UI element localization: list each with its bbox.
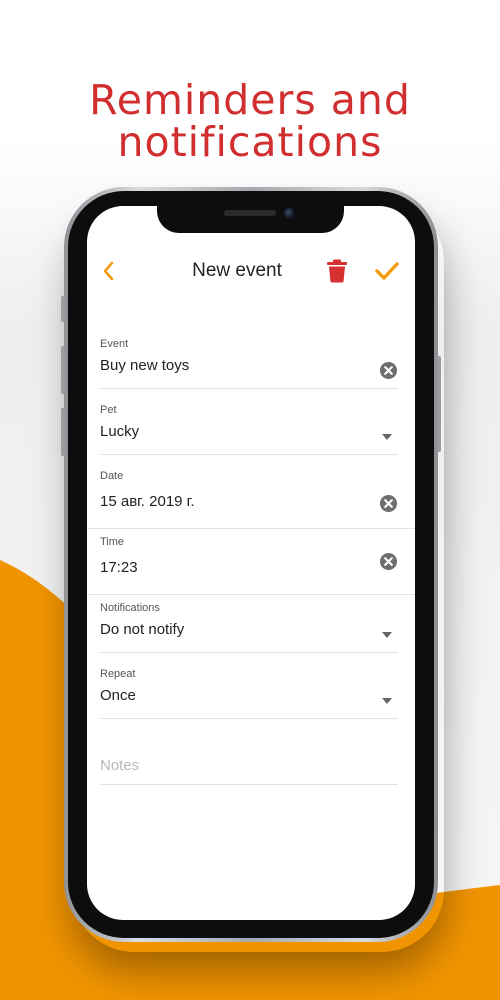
- headline-line-2: notifications: [117, 118, 383, 167]
- repeat-select-value[interactable]: Once: [100, 687, 370, 704]
- date-value[interactable]: 15 авг. 2019 г.: [100, 493, 370, 510]
- field-divider: [100, 718, 398, 719]
- event-input[interactable]: [100, 357, 370, 374]
- field-divider: [87, 594, 415, 595]
- notifications-select-value[interactable]: Do not notify: [100, 621, 370, 638]
- dropdown-arrow-icon[interactable]: [382, 632, 392, 638]
- field-divider: [100, 388, 398, 389]
- repeat-label: Repeat: [100, 668, 136, 680]
- time-label: Time: [100, 536, 125, 548]
- back-button[interactable]: [97, 259, 121, 283]
- phone-screen: New event Event Pet Lucky: [87, 206, 415, 920]
- check-icon: [375, 262, 399, 280]
- dropdown-arrow-icon[interactable]: [382, 698, 392, 704]
- page-title: New event: [192, 260, 282, 281]
- confirm-button[interactable]: [374, 261, 400, 281]
- phone-volume-down-button: [61, 408, 65, 456]
- headline-line-1: Reminders and: [89, 76, 411, 125]
- field-divider: [100, 784, 398, 785]
- dropdown-arrow-icon[interactable]: [382, 434, 392, 440]
- clear-icon[interactable]: [379, 361, 398, 380]
- event-label: Event: [100, 338, 129, 350]
- phone-mute-button: [61, 296, 65, 322]
- field-divider: [100, 652, 398, 653]
- time-value[interactable]: 17:23: [100, 559, 370, 576]
- phone-volume-up-button: [61, 346, 65, 394]
- notifications-label: Notifications: [100, 602, 160, 614]
- clear-icon[interactable]: [379, 494, 398, 513]
- trash-icon: [327, 259, 347, 283]
- delete-button[interactable]: [326, 259, 348, 283]
- phone-speaker: [224, 210, 276, 216]
- notes-input[interactable]: [100, 757, 370, 774]
- promo-headline: Reminders and notifications: [0, 79, 500, 163]
- clear-icon[interactable]: [379, 552, 398, 571]
- pet-select-value[interactable]: Lucky: [100, 423, 370, 440]
- phone-power-button: [437, 356, 441, 452]
- field-divider: [100, 454, 398, 455]
- field-divider: [87, 528, 415, 529]
- chevron-left-icon: [103, 261, 114, 281]
- pet-label: Pet: [100, 404, 117, 416]
- front-camera: [284, 208, 295, 219]
- date-label: Date: [100, 470, 124, 482]
